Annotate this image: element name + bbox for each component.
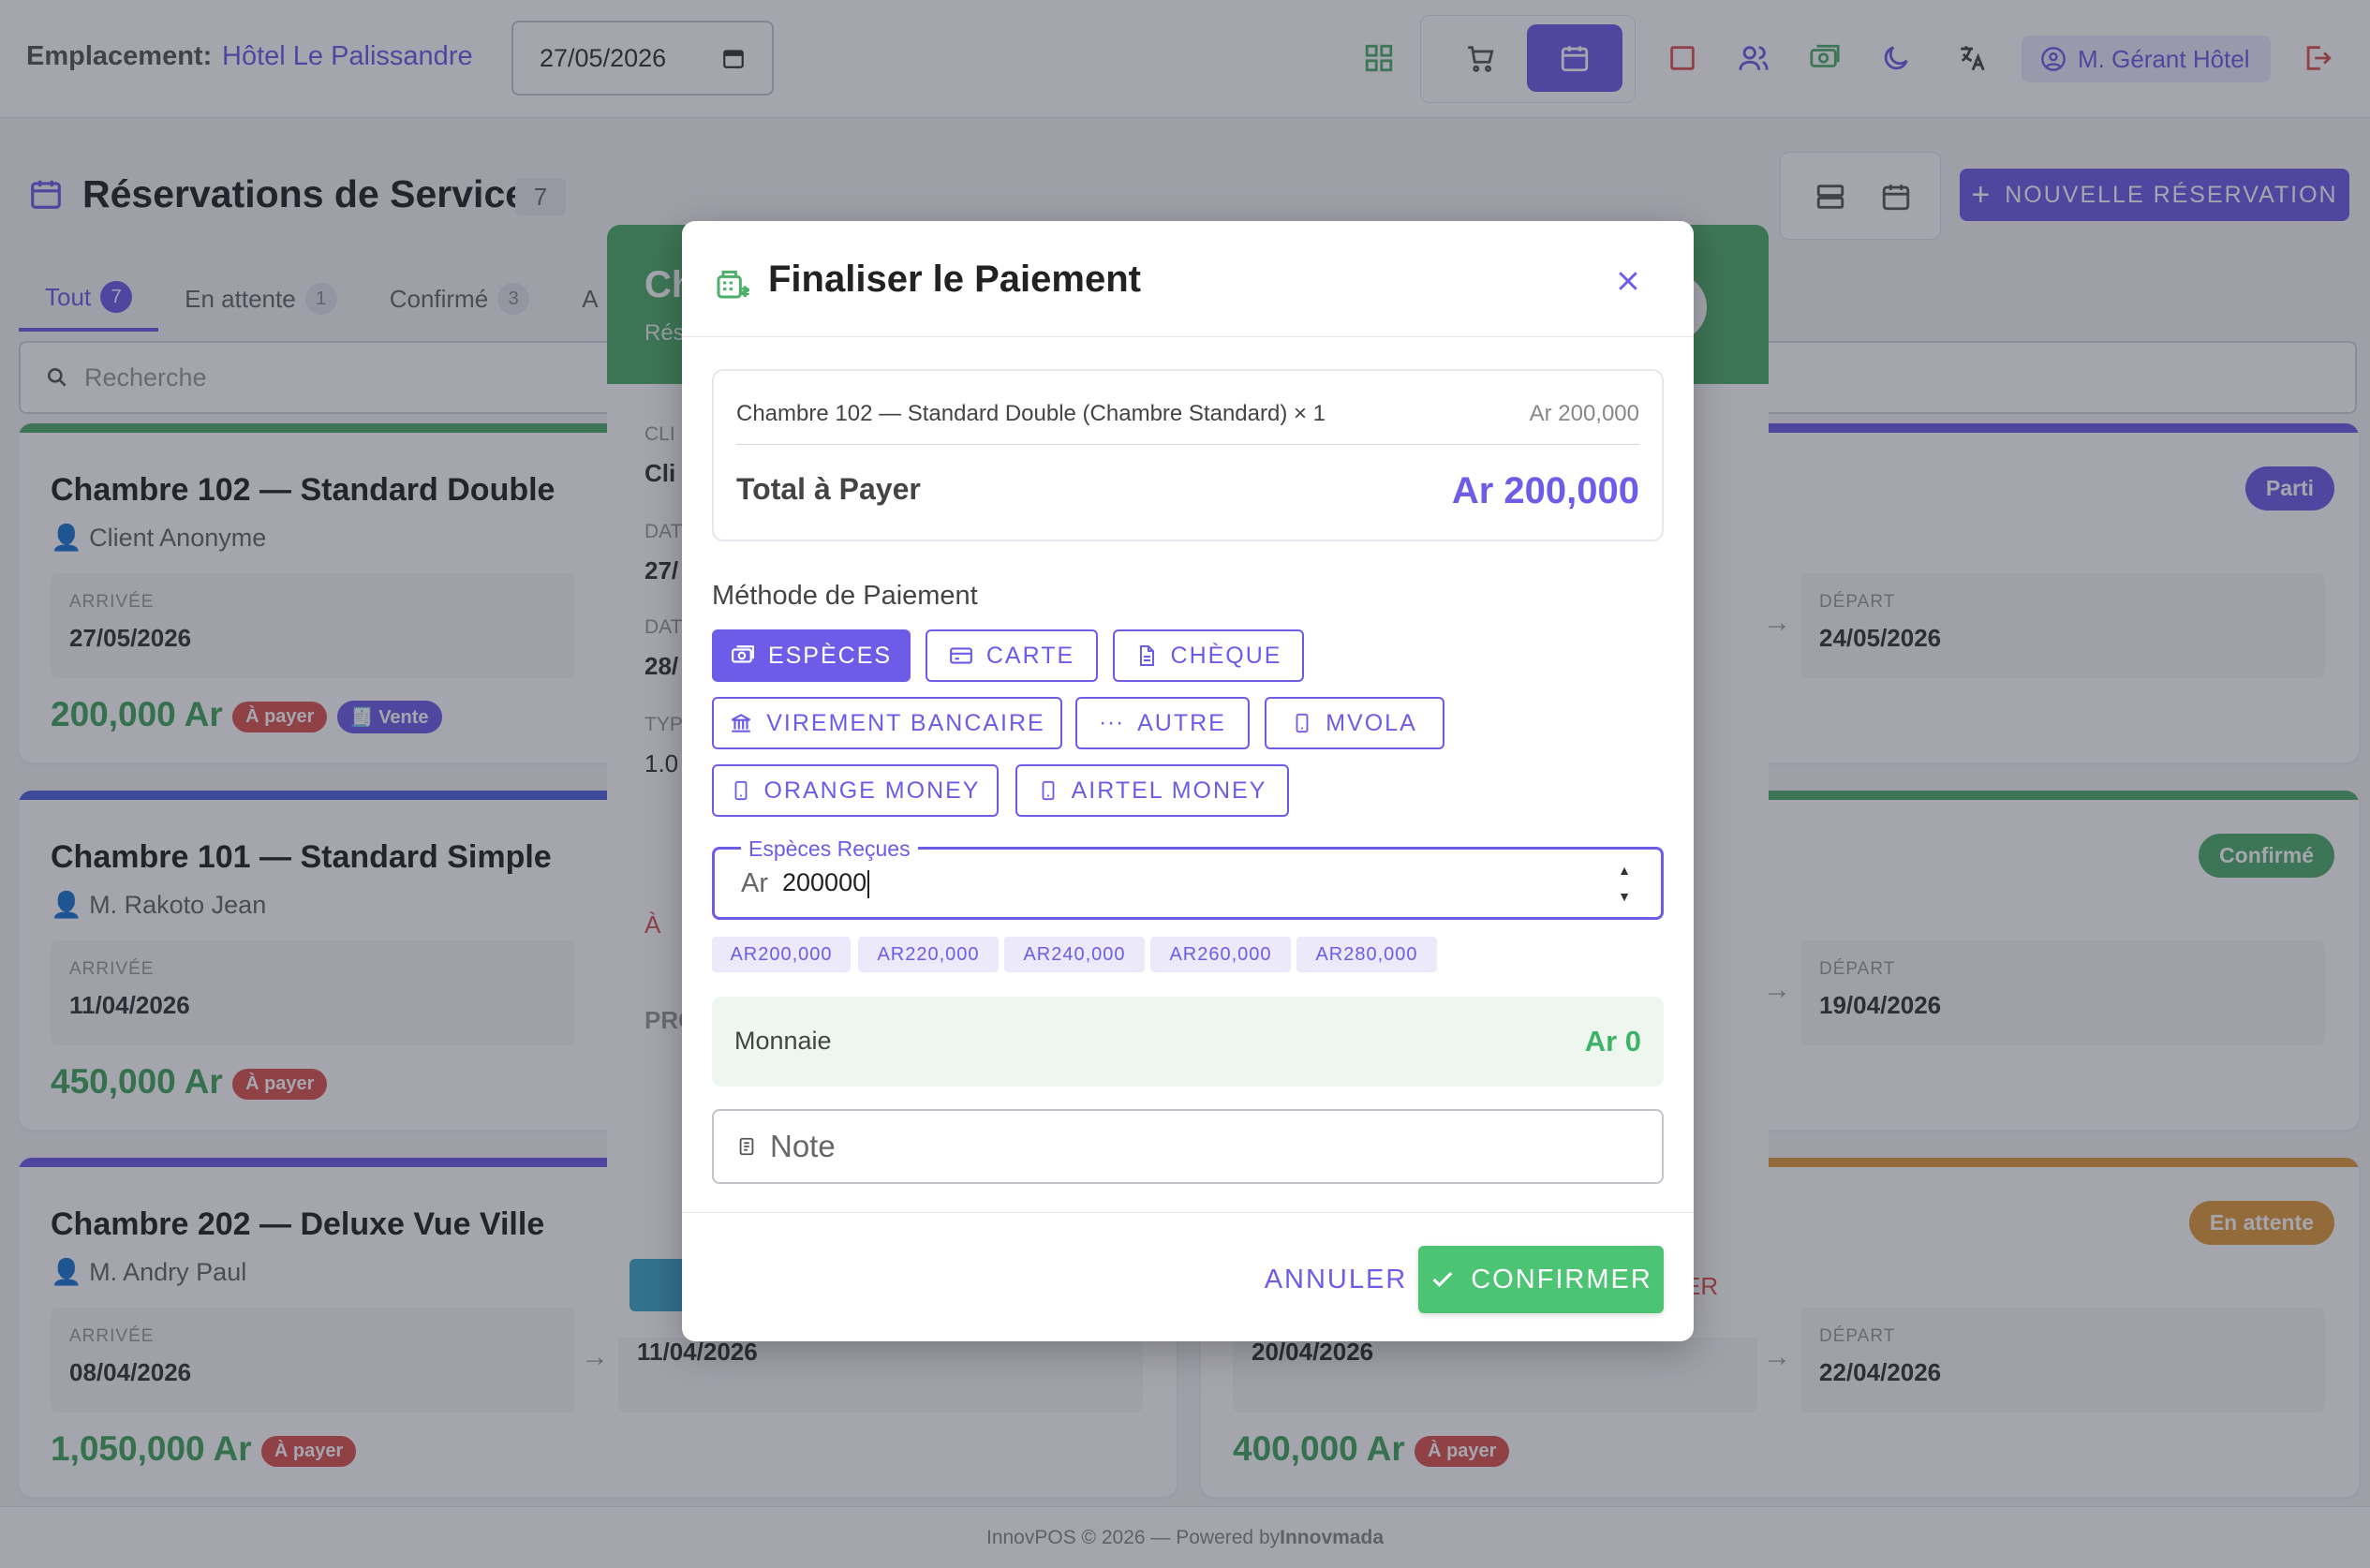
change-value: Ar 0 xyxy=(1584,1025,1641,1058)
note-icon xyxy=(739,1137,754,1156)
phone-icon xyxy=(1042,780,1055,801)
credit-card-icon xyxy=(949,647,972,664)
method-label: AUTRE xyxy=(1137,709,1226,736)
method-label: ESPÈCES xyxy=(767,642,893,669)
text-caret xyxy=(867,869,870,898)
spinner-down-icon[interactable]: ▼ xyxy=(1618,889,1631,904)
cash-value-text: 200000 xyxy=(782,868,867,896)
change-label: Monnaie xyxy=(734,1027,832,1055)
close-icon[interactable] xyxy=(1609,262,1647,300)
cancel-button[interactable]: ANNULER xyxy=(1233,1246,1439,1313)
cash-received-value: 200000 xyxy=(782,868,870,898)
modal-title: Finaliser le Paiement xyxy=(768,259,1141,300)
confirm-button[interactable]: CONFIRMER xyxy=(1418,1246,1664,1313)
quick-amount-chip[interactable]: AR240,000 xyxy=(1004,937,1145,972)
method-mvola-button[interactable]: MVOLA xyxy=(1265,697,1444,749)
modal-footer-divider xyxy=(682,1212,1694,1213)
method-other-button[interactable]: ··· AUTRE xyxy=(1075,697,1250,749)
order-summary: Chambre 102 — Standard Double (Chambre S… xyxy=(712,369,1664,541)
document-icon xyxy=(1139,645,1154,666)
payment-method-label: Méthode de Paiement xyxy=(712,581,978,611)
confirm-label: CONFIRMER xyxy=(1471,1264,1652,1294)
summary-line: Chambre 102 — Standard Double (Chambre S… xyxy=(736,401,1326,426)
quick-amount-chip[interactable]: AR220,000 xyxy=(858,937,999,972)
method-cash-button[interactable]: ESPÈCES xyxy=(712,629,911,682)
method-card-button[interactable]: CARTE xyxy=(926,629,1098,682)
method-bank-transfer-button[interactable]: VIREMENT BANCAIRE xyxy=(712,697,1062,749)
change-panel: Monnaie Ar 0 xyxy=(712,997,1664,1087)
spinner-up-icon[interactable]: ▲ xyxy=(1618,863,1631,878)
method-label: ORANGE MONEY xyxy=(763,777,981,804)
quick-amount-chip[interactable]: AR260,000 xyxy=(1150,937,1291,972)
note-input[interactable]: Note xyxy=(712,1109,1664,1184)
method-cheque-button[interactable]: CHÈQUE xyxy=(1113,629,1304,682)
summary-line-amount: Ar 200,000 xyxy=(1529,401,1639,426)
phone-icon xyxy=(1296,713,1309,733)
method-label: AIRTEL MONEY xyxy=(1071,777,1267,804)
payment-icon xyxy=(717,270,750,299)
more-icon: ··· xyxy=(1099,710,1125,735)
method-label: VIREMENT BANCAIRE xyxy=(766,709,1045,736)
method-label: CARTE xyxy=(985,642,1075,669)
quick-amount-chip[interactable]: AR280,000 xyxy=(1296,937,1437,972)
method-label: CHÈQUE xyxy=(1170,642,1282,669)
phone-icon xyxy=(734,780,747,801)
bank-icon xyxy=(731,714,751,732)
payment-modal: Finaliser le Paiement Chambre 102 — Stan… xyxy=(682,221,1694,1341)
number-spinner[interactable]: ▲ ▼ xyxy=(1612,863,1637,904)
check-icon xyxy=(1432,1271,1453,1287)
method-orange-money-button[interactable]: ORANGE MONEY xyxy=(712,764,999,817)
cash-received-input[interactable]: Espèces Reçues Ar 200000 ▲ ▼ xyxy=(712,836,1664,920)
note-placeholder: Note xyxy=(770,1129,836,1163)
total-label: Total à Payer xyxy=(736,472,921,506)
quick-amount-chip[interactable]: AR200,000 xyxy=(712,937,851,972)
total-value: Ar 200,000 xyxy=(1451,470,1639,511)
divider xyxy=(736,444,1639,445)
method-label: MVOLA xyxy=(1326,709,1417,736)
cash-received-label: Espèces Reçues xyxy=(741,836,918,862)
modal-header: Finaliser le Paiement xyxy=(682,221,1694,337)
method-airtel-money-button[interactable]: AIRTEL MONEY xyxy=(1015,764,1289,817)
cash-icon xyxy=(732,645,754,663)
currency-prefix: Ar xyxy=(741,868,768,898)
